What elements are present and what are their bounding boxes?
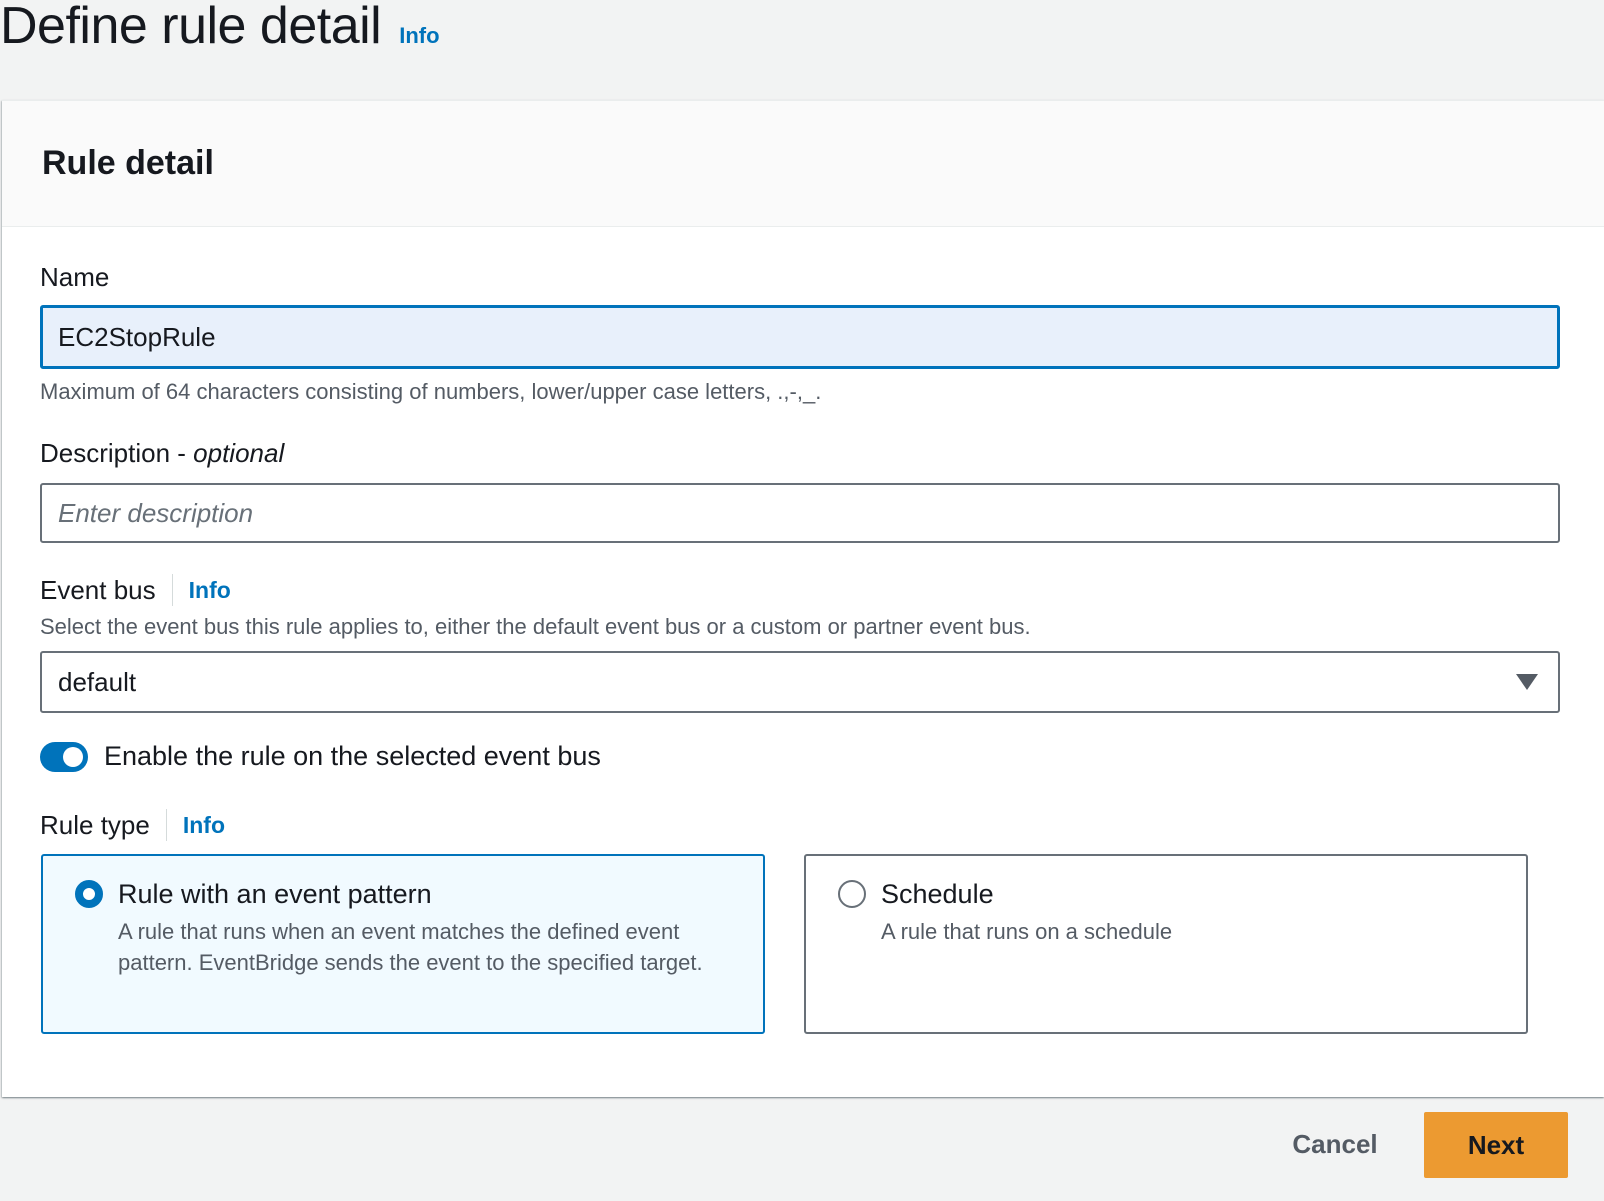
enable-rule-toggle[interactable] — [40, 741, 88, 772]
rule-type-label-row: Rule type Info — [40, 808, 225, 842]
toggle-knob — [63, 746, 83, 767]
event-bus-hint: Select the event bus this rule applies t… — [40, 614, 1031, 639]
rule-type-option-schedule[interactable]: Schedule A rule that runs on a schedule — [804, 854, 1528, 1034]
description-optional-label: optional — [193, 438, 285, 468]
panel-header: Rule detail — [2, 101, 1604, 227]
caret-down-icon — [1516, 674, 1538, 690]
page-title: Define rule detail — [0, 0, 382, 55]
event-bus-label-row: Event bus Info — [40, 573, 231, 607]
name-hint: Maximum of 64 characters consisting of n… — [40, 379, 822, 404]
option-description: A rule that runs when an event matches t… — [118, 919, 703, 975]
event-bus-info-link[interactable]: Info — [189, 573, 231, 607]
rule-type-option-event-pattern[interactable]: Rule with an event pattern A rule that r… — [41, 854, 765, 1034]
name-label: Name — [40, 262, 110, 292]
page-header: Define rule detail Info — [0, 0, 440, 66]
rule-type-label: Rule type — [40, 810, 150, 840]
description-input[interactable] — [40, 483, 1560, 543]
cancel-button[interactable]: Cancel — [1280, 1114, 1390, 1174]
label-divider — [171, 574, 173, 606]
rule-type-info-link[interactable]: Info — [183, 808, 225, 842]
description-label-text: Description - — [40, 438, 194, 468]
panel-title: Rule detail — [42, 144, 214, 182]
event-bus-label: Event bus — [40, 575, 156, 605]
event-bus-select[interactable]: default — [40, 651, 1560, 713]
description-label: Description - optional — [40, 436, 284, 470]
option-title: Rule with an event pattern — [118, 879, 432, 909]
event-bus-selected-value: default — [58, 666, 137, 697]
label-divider — [165, 809, 167, 841]
enable-rule-toggle-row: Enable the rule on the selected event bu… — [40, 741, 601, 772]
name-input[interactable] — [40, 305, 1560, 369]
option-title: Schedule — [881, 879, 994, 909]
page-info-link[interactable]: Info — [399, 23, 439, 49]
enable-rule-label: Enable the rule on the selected event bu… — [104, 741, 601, 771]
radio-button-checked[interactable] — [75, 880, 103, 908]
option-description: A rule that runs on a schedule — [881, 919, 1173, 944]
radio-button-unchecked[interactable] — [838, 880, 866, 908]
next-button[interactable]: Next — [1424, 1112, 1568, 1178]
